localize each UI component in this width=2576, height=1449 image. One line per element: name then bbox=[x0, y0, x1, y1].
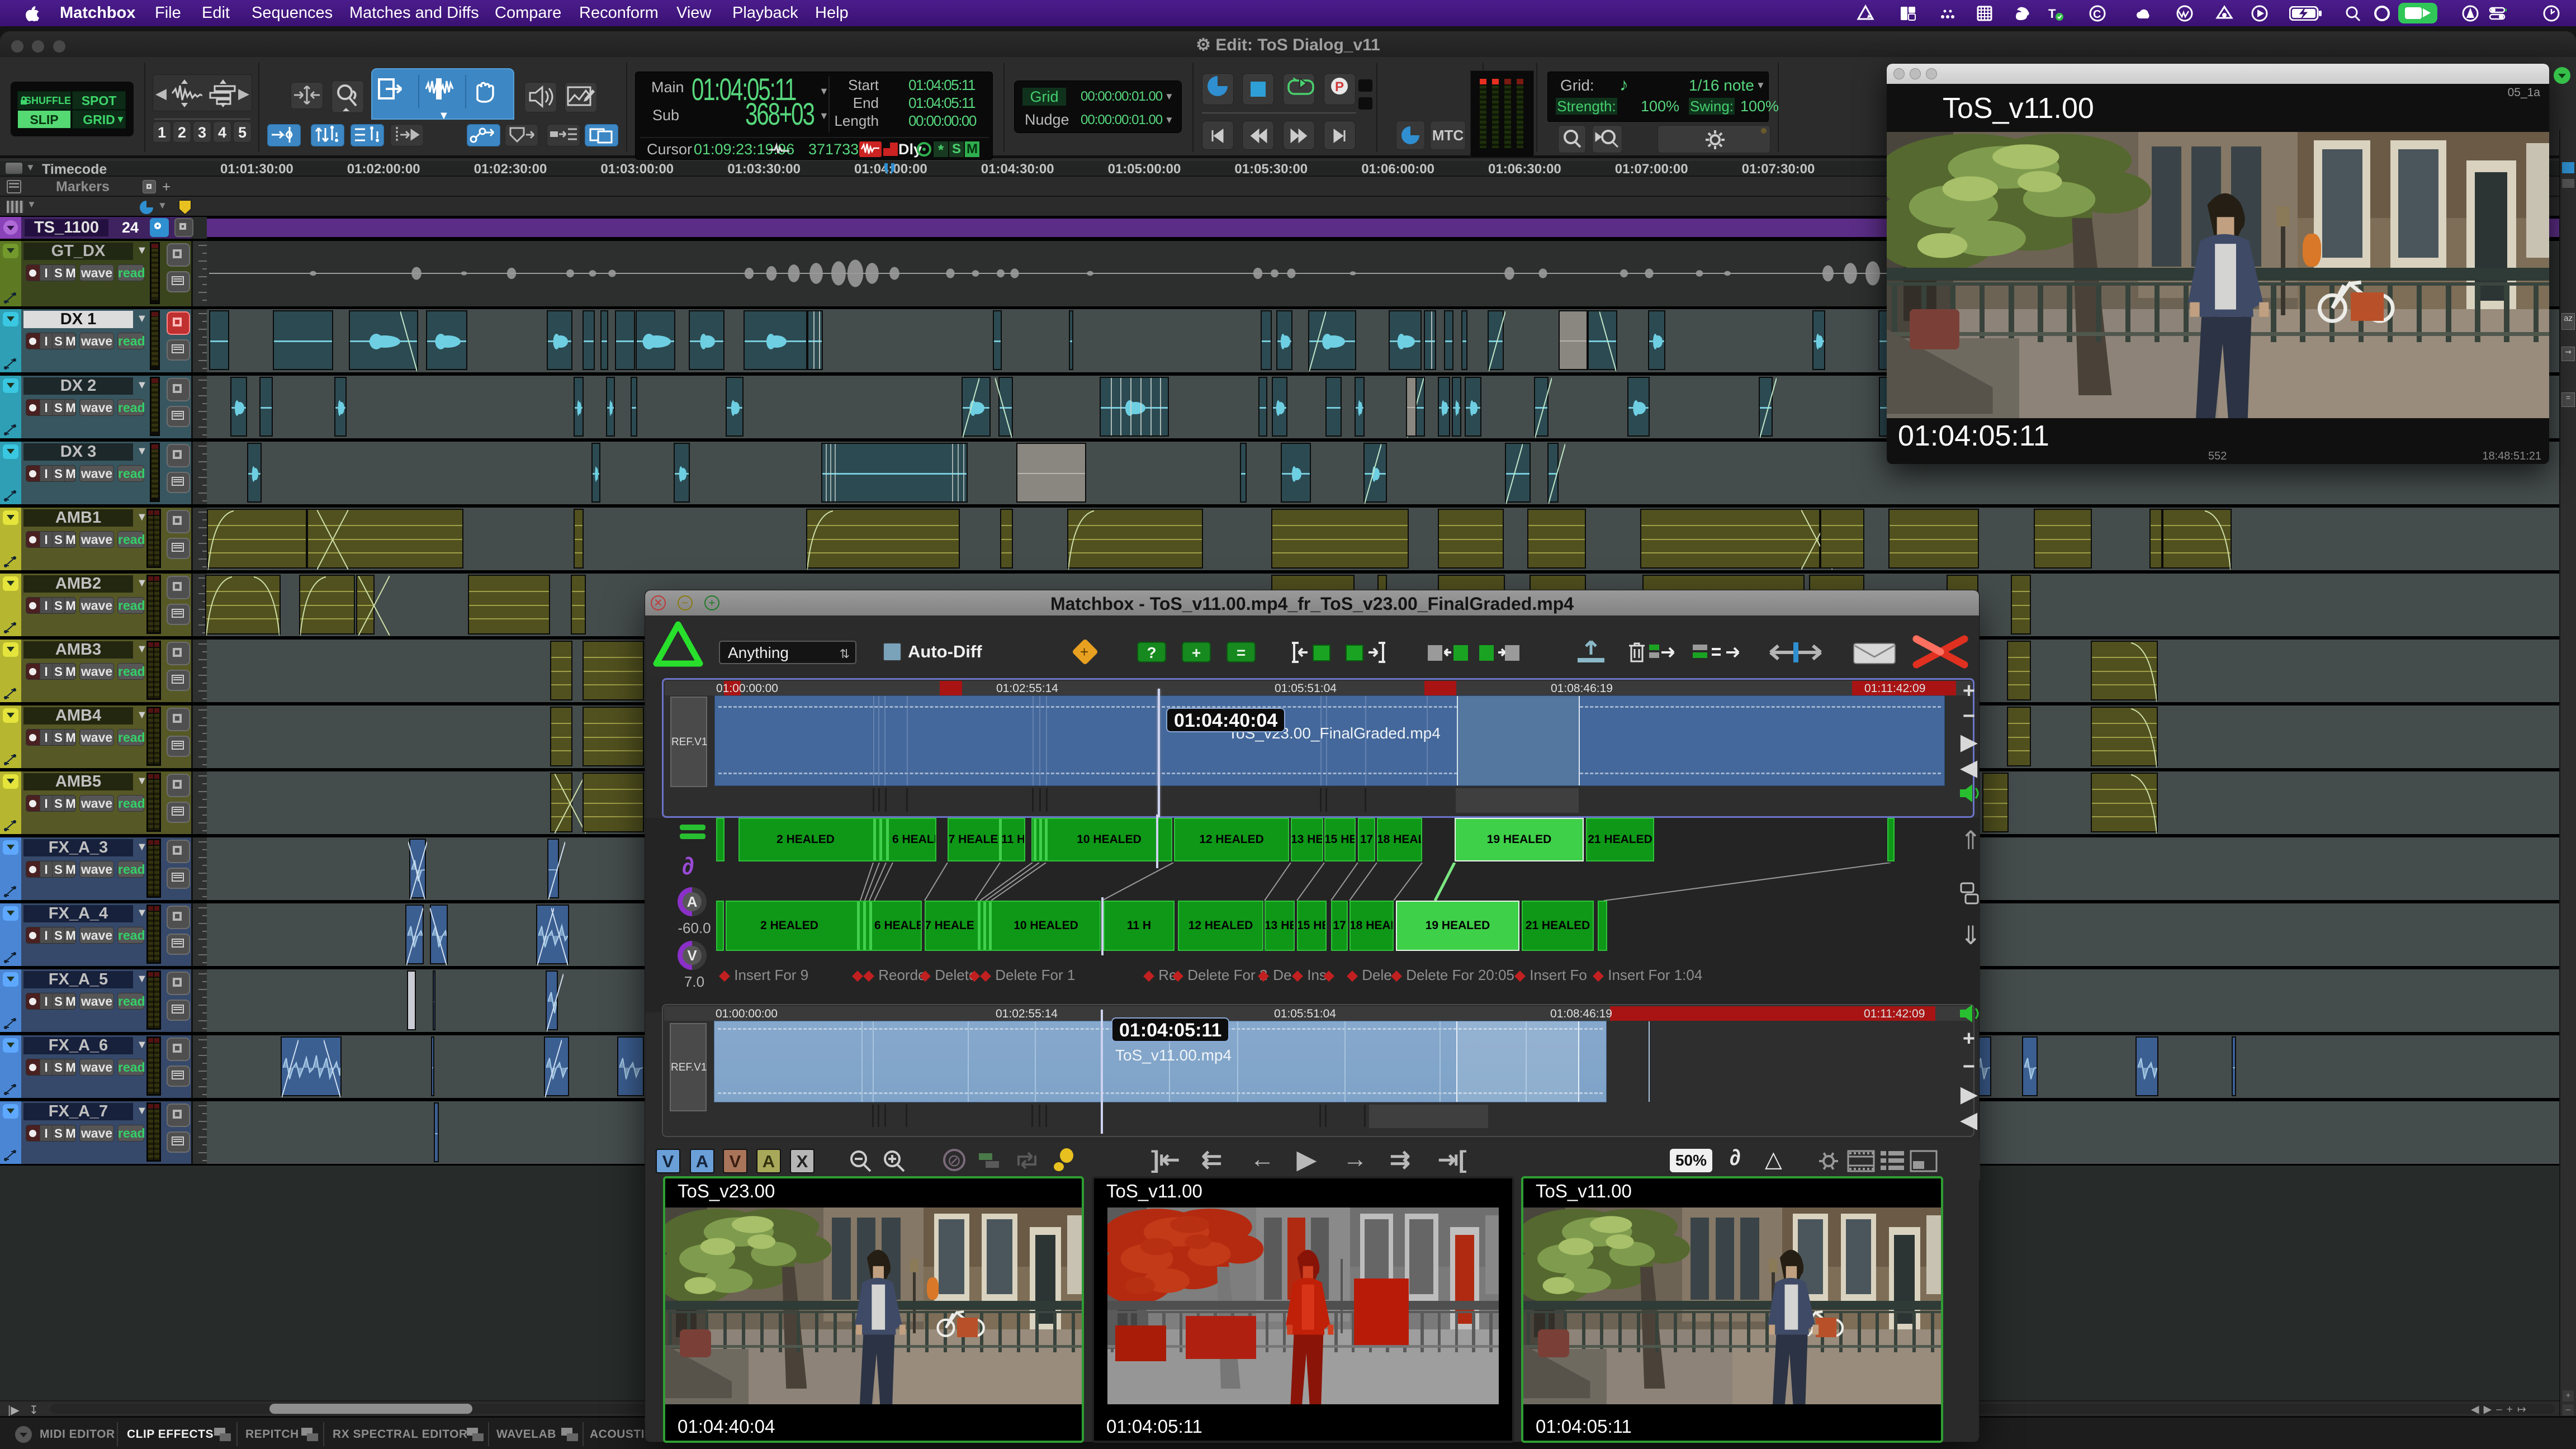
svg-text:C: C bbox=[2093, 8, 2101, 21]
svg-text:V: V bbox=[687, 947, 697, 964]
svg-text:T: T bbox=[2048, 7, 2056, 21]
svg-text:P: P bbox=[1335, 79, 1344, 94]
